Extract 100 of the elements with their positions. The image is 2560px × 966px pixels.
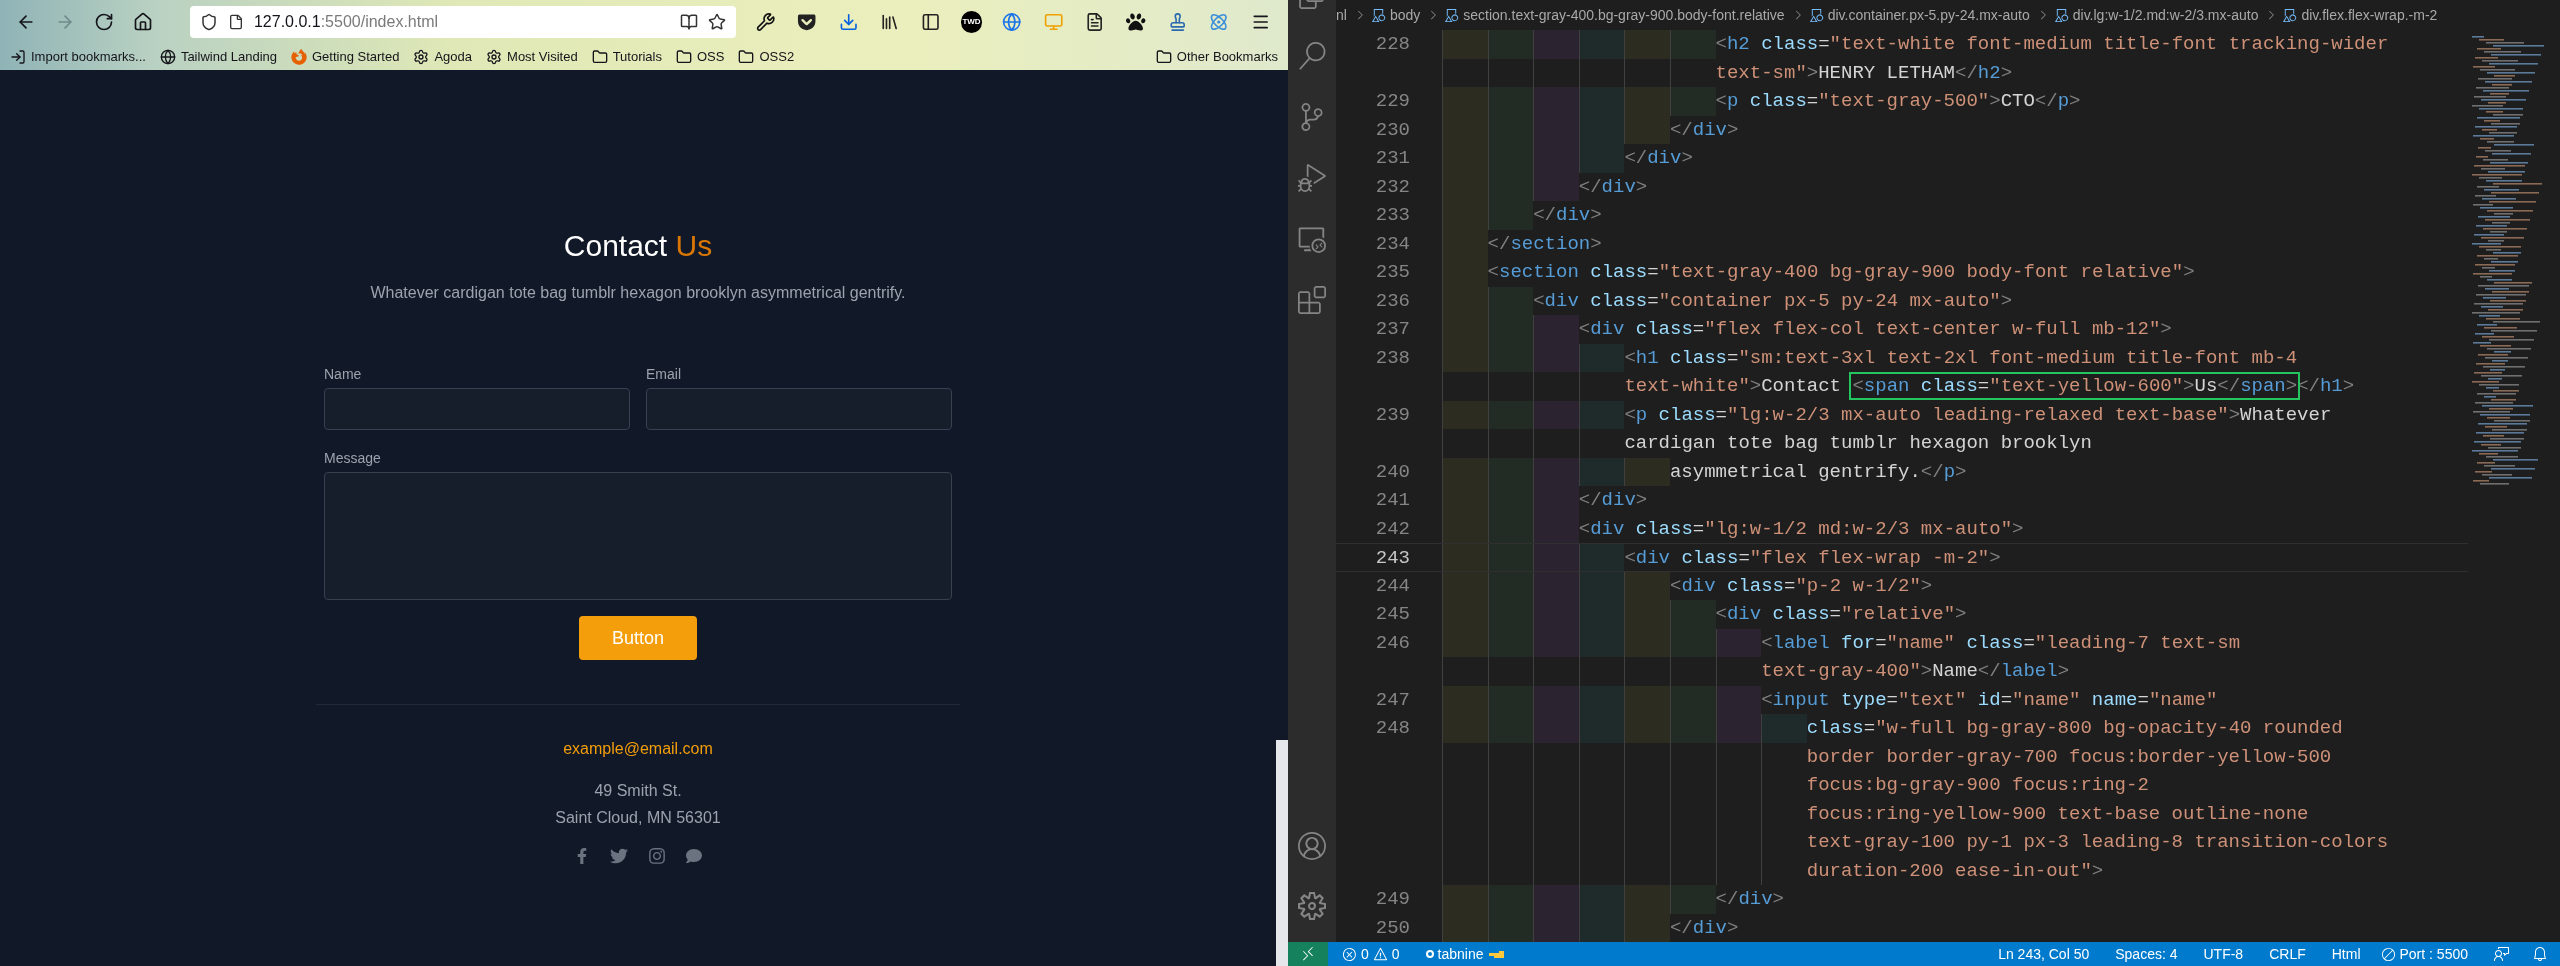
- line-number: 235: [1375, 261, 1410, 283]
- indent-guide: [1487, 544, 1534, 571]
- remote-button[interactable]: [1288, 942, 1328, 966]
- indent-guide: [1533, 544, 1579, 571]
- indent-guide: [1578, 457, 1625, 486]
- line-number: 237: [1375, 318, 1410, 340]
- code-line: <div class="lg:w-1/2 md:w-2/3 mx-auto">: [1578, 516, 2024, 542]
- folder-icon: [1155, 49, 1172, 65]
- error-count[interactable]: 0: [1361, 943, 1369, 965]
- indent-guide: [1669, 600, 1716, 629]
- extension-badge[interactable]: TWD: [960, 11, 983, 33]
- indent-guide: [1533, 30, 1579, 59]
- email-link[interactable]: example@email.com: [563, 737, 713, 761]
- port-icon[interactable]: [2380, 946, 2396, 962]
- pocket-icon[interactable]: [797, 12, 817, 32]
- indent-guide: [1624, 628, 1670, 657]
- bookmark-link[interactable]: OSS2: [759, 47, 795, 67]
- library-icon[interactable]: [880, 12, 900, 32]
- message-field[interactable]: [324, 472, 952, 600]
- indent-guide: [1533, 457, 1579, 486]
- globe-icon[interactable]: [1002, 12, 1022, 32]
- breadcrumb-item[interactable]: section.text-gray-400.bg-gray-900.body-font.relative: [1463, 4, 1785, 26]
- bell-icon[interactable]: [2532, 946, 2548, 962]
- indentation-status[interactable]: Spaces: 4: [2115, 943, 2178, 965]
- breadcrumb-item[interactable]: body: [1389, 4, 1421, 26]
- extensions-icon[interactable]: [1298, 285, 1326, 314]
- breadcrumb-item[interactable]: nl: [1336, 4, 1347, 26]
- breadcrumb-item[interactable]: div.container.px-5.py-24.mx-auto: [1827, 4, 2030, 26]
- settings-icon[interactable]: [1298, 892, 1326, 920]
- reload-icon: [94, 12, 115, 32]
- code-line: </div>: [1533, 203, 1602, 228]
- atom-icon[interactable]: [1209, 12, 1229, 32]
- cursor-position[interactable]: Ln 243, Col 50: [1998, 943, 2090, 965]
- indent-guide: [1578, 343, 1625, 372]
- reader-view-icon[interactable]: [679, 13, 698, 31]
- indent-guide: [1624, 571, 1670, 600]
- chat-icon[interactable]: [686, 848, 702, 864]
- code-line: </section>: [1487, 231, 1602, 257]
- code-line: </div>: [1715, 887, 1784, 912]
- line-number: 231: [1375, 147, 1410, 169]
- bookmark-link[interactable]: Tutorials: [612, 47, 662, 67]
- input-field[interactable]: [324, 388, 630, 430]
- indent-guide: [1578, 544, 1625, 571]
- twitter-icon[interactable]: [610, 847, 628, 865]
- line-ending-status[interactable]: CRLF: [2269, 943, 2306, 965]
- indent-guide: [1624, 714, 1670, 743]
- code-line: <div class="flex flex-wrap -m-2">: [1624, 546, 2001, 571]
- code-line: <p class="text-gray-500">CTO</p>: [1715, 89, 2081, 114]
- line-number: 249: [1375, 888, 1410, 910]
- gear-icon: [413, 49, 430, 65]
- indent-guide: [1442, 714, 1488, 743]
- language-status[interactable]: Html: [2331, 943, 2361, 965]
- port-status[interactable]: Port : 5500: [2399, 943, 2468, 965]
- bookmark-link[interactable]: Other Bookmarks: [1176, 47, 1278, 67]
- bookmark-link[interactable]: Most Visited: [507, 47, 578, 67]
- scrollbar-thumb[interactable]: [1276, 740, 1288, 966]
- home-icon: [133, 12, 154, 32]
- bookmark-link[interactable]: OSS: [697, 47, 725, 67]
- indent-guide: [1533, 514, 1579, 543]
- indent-guide: [1578, 685, 1625, 714]
- warning-count[interactable]: 0: [1391, 943, 1400, 965]
- feedback-icon[interactable]: [2494, 946, 2510, 962]
- code-line: focus:ring-yellow-900 text-base outline-none: [1806, 801, 2309, 827]
- search-icon[interactable]: [1298, 41, 1326, 70]
- tabnine-status[interactable]: tabnine: [1437, 943, 1484, 965]
- address-line: 49 Smith St.: [594, 781, 682, 801]
- indent-guide: [1578, 714, 1625, 743]
- stamp-icon[interactable]: [1167, 12, 1188, 32]
- bookmark-link[interactable]: Agoda: [434, 47, 473, 67]
- encoding-status[interactable]: UTF-8: [2203, 943, 2244, 965]
- indent-guide: [1442, 885, 1488, 914]
- remote-icon: [1300, 946, 1316, 962]
- indent-guide: [1487, 30, 1534, 59]
- breadcrumb-item[interactable]: div.flex.flex-wrap.-m-2: [2301, 4, 2438, 26]
- input-field[interactable]: [646, 388, 952, 430]
- warning-icon[interactable]: [1372, 946, 1388, 962]
- line-number: 246: [1375, 631, 1410, 654]
- paw-icon[interactable]: [1126, 12, 1146, 32]
- line-number: 239: [1375, 403, 1410, 426]
- indent-guide: [1533, 885, 1579, 914]
- instagram-icon[interactable]: [648, 847, 666, 865]
- indent-guide: [1624, 685, 1670, 714]
- wrench-icon[interactable]: [755, 12, 776, 32]
- error-icon[interactable]: [1342, 946, 1357, 962]
- monitor-icon[interactable]: [1298, 224, 1326, 253]
- code-line: <p class="lg:w-2/3 mx-auto leading-relaxed text-base">Whatever: [1624, 402, 2332, 428]
- download-icon[interactable]: [838, 12, 858, 32]
- indent-guide: [1487, 201, 1534, 230]
- shield-icon[interactable]: [199, 13, 218, 31]
- address-bar[interactable]: 127.0.0.1:5500/index.html: [189, 6, 736, 38]
- bookmark-link[interactable]: Import bookmarks...: [31, 47, 146, 67]
- sidebar-icon[interactable]: [921, 12, 941, 32]
- indent-guide: [1715, 685, 1762, 714]
- bookmark-link[interactable]: Getting Started: [312, 47, 400, 67]
- notepad-icon[interactable]: [1085, 12, 1105, 32]
- star-icon[interactable]: [707, 13, 726, 31]
- run-debug-icon[interactable]: [1298, 163, 1326, 192]
- account-icon[interactable]: [1298, 832, 1326, 860]
- breadcrumb-item[interactable]: div.lg:w-1/2.md:w-2/3.mx-auto: [2072, 4, 2259, 26]
- bookmark-link[interactable]: Tailwind Landing: [180, 47, 277, 67]
